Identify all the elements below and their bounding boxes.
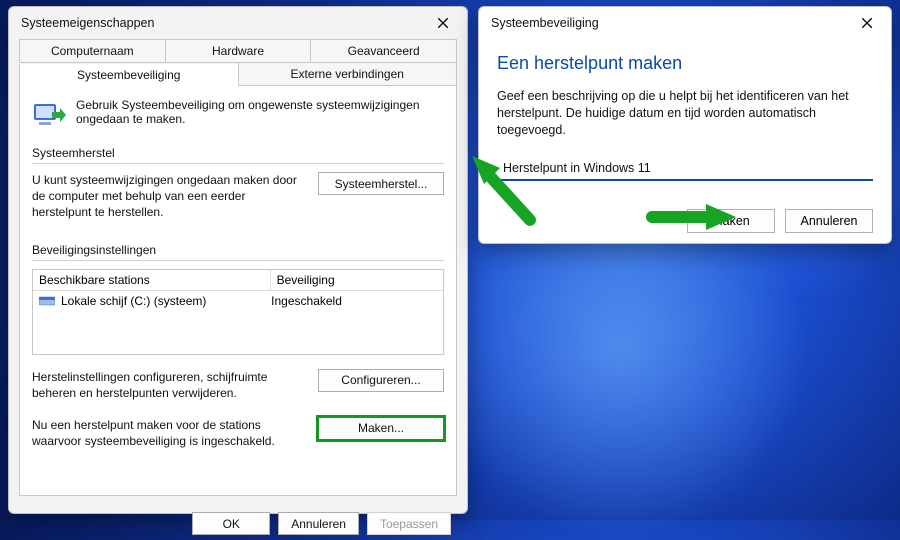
section-restore-label: Systeemherstel [32, 146, 444, 160]
apply-button: Toepassen [367, 512, 451, 535]
titlebar: Systeemeigenschappen [9, 7, 467, 37]
create-description: Nu een herstelpunt maken voor de station… [32, 417, 306, 449]
col-available-drives[interactable]: Beschikbare stations [33, 270, 271, 290]
create-restore-point-dialog: Systeembeveiliging Een herstelpunt maken… [478, 6, 892, 244]
restore-point-name-input[interactable] [497, 157, 873, 181]
section-settings-label: Beveiligingsinstellingen [32, 243, 444, 257]
drives-table: Beschikbare stations Beveiliging Lokale … [32, 269, 444, 355]
system-protection-icon [32, 98, 66, 132]
drive-icon [39, 295, 55, 307]
tab-remote[interactable]: Externe verbindingen [238, 63, 458, 85]
window-title: Systeemeigenschappen [21, 16, 154, 30]
close-icon [438, 18, 448, 28]
create-button[interactable]: Maken [687, 209, 775, 233]
dialog-footer: Maken Annuleren [497, 209, 873, 233]
restore-description: U kunt systeemwijzigingen ongedaan maken… [32, 172, 306, 221]
col-protection[interactable]: Beveiliging [271, 270, 443, 290]
tab-hardware[interactable]: Hardware [165, 39, 312, 62]
system-restore-button[interactable]: Systeemherstel... [318, 172, 444, 195]
drive-protection: Ingeschakeld [271, 294, 437, 308]
table-row[interactable]: Lokale schijf (C:) (systeem) Ingeschakel… [33, 291, 443, 311]
intro-text: Gebruik Systeembeveiliging om ongewenste… [76, 98, 444, 132]
system-properties-window: Systeemeigenschappen Computernaam Hardwa… [8, 6, 468, 514]
close-button[interactable] [429, 13, 457, 33]
dialog-description: Geef een beschrijving op die u helpt bij… [497, 88, 873, 139]
tab-body: Gebruik Systeembeveiliging om ongewenste… [19, 86, 457, 496]
close-button[interactable] [853, 13, 881, 33]
ok-button[interactable]: OK [192, 512, 270, 535]
dialog-heading: Een herstelpunt maken [497, 53, 873, 74]
configure-description: Herstelinstellingen configureren, schijf… [32, 369, 306, 401]
intro-row: Gebruik Systeembeveiliging om ongewenste… [32, 98, 444, 132]
tab-strip: Computernaam Hardware Geavanceerd Systee… [19, 39, 457, 86]
configure-button[interactable]: Configureren... [318, 369, 444, 392]
close-icon [862, 18, 872, 28]
cancel-button[interactable]: Annuleren [785, 209, 873, 233]
create-restore-point-button[interactable]: Maken... [318, 417, 444, 440]
drive-name: Lokale schijf (C:) (systeem) [61, 294, 206, 308]
divider [32, 163, 444, 164]
table-header: Beschikbare stations Beveiliging [33, 270, 443, 291]
tab-advanced[interactable]: Geavanceerd [310, 39, 457, 62]
cancel-button[interactable]: Annuleren [278, 512, 359, 535]
tab-computer-name[interactable]: Computernaam [19, 39, 166, 62]
divider [32, 260, 444, 261]
tab-system-protection[interactable]: Systeembeveiliging [19, 64, 239, 86]
titlebar: Systeembeveiliging [479, 7, 891, 37]
dialog-title: Systeembeveiliging [491, 16, 599, 30]
